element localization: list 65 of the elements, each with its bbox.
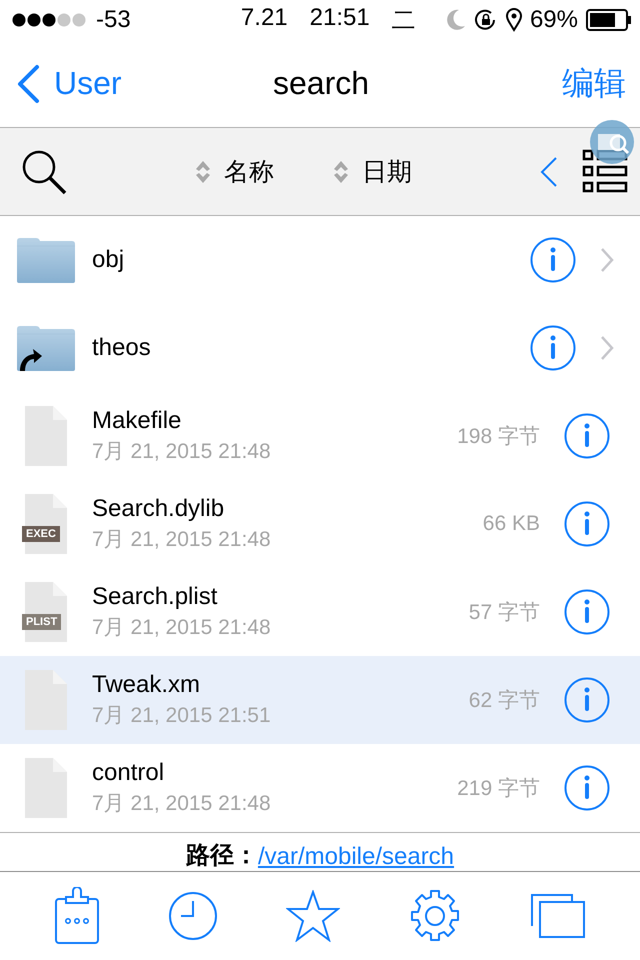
sort-button[interactable]: 日期 [332,155,412,188]
folder-icon [16,237,76,283]
info-icon[interactable] [530,237,576,283]
rotation-lock-icon [474,8,498,32]
floating-screenshot-button[interactable] [590,120,634,164]
file-size: 219 字节 [457,776,540,802]
file-size: 198 字节 [457,424,540,450]
moon-icon [446,9,466,31]
weekday-text: 二 [392,6,416,36]
info-icon[interactable] [564,501,610,547]
info-icon[interactable] [530,325,576,371]
star-icon[interactable] [286,890,340,942]
signal-icon [12,13,88,27]
location-icon [506,8,522,32]
edit-button[interactable]: 编辑 [426,62,626,106]
file-row[interactable]: Makefile 7月 21, 2015 21:48 198 字节 [0,392,640,480]
collapse-chevron-icon[interactable] [540,156,558,188]
settings-icon[interactable] [408,889,462,943]
clipboard-icon[interactable] [54,887,100,945]
info-icon[interactable] [564,765,610,811]
file-date: 7月 21, 2015 21:48 [92,527,272,553]
file-row[interactable]: obj [0,216,640,304]
path-label: 路径： [186,841,258,871]
screen-title: search [272,65,370,102]
list-view-icon[interactable] [582,148,628,194]
file-name: control [92,759,166,787]
file-row[interactable]: control 7月 21, 2015 21:48 219 字节 [0,744,640,832]
file-size: 57 字节 [468,600,540,626]
file-row[interactable]: theos [0,304,640,392]
file-type-badge: EXEC [22,526,60,542]
back-button[interactable]: User [16,64,216,104]
back-chevron-icon [16,64,40,104]
file-name: Search.plist [92,583,218,611]
date-text: 7.21 [240,4,288,33]
disclosure-chevron-icon [600,247,614,273]
windows-icon[interactable] [530,893,586,939]
file-date: 7月 21, 2015 21:48 [92,615,272,641]
file-name: Makefile [92,407,182,435]
folder-alias-icon [16,325,76,371]
clock-time: 21:51 [310,4,370,33]
battery-icon [586,9,632,31]
file-size: 66 KB [482,512,540,536]
file-name: theos [92,334,152,362]
disclosure-chevron-icon [600,335,614,361]
file-row[interactable]: EXEC Search.dylib 7月 21, 2015 21:48 66 KB [0,480,640,568]
file-name: obj [92,246,126,274]
file-date: 7月 21, 2015 21:51 [92,703,272,729]
file-name: Tweak.xm [92,671,202,699]
info-icon[interactable] [564,589,610,635]
file-size: 62 字节 [468,688,540,714]
signal-strength: -53 [96,6,131,34]
file-date: 7月 21, 2015 21:48 [92,439,272,465]
info-icon[interactable] [564,677,610,723]
clock-icon[interactable] [168,891,218,941]
file-type-badge: PLIST [22,614,62,630]
info-icon[interactable] [564,413,610,459]
file-row[interactable]: Tweak.xm 7月 21, 2015 21:51 62 字节 [0,656,640,744]
document-icon [23,406,69,466]
file-date: 7月 21, 2015 21:48 [92,791,272,817]
file-name: Search.dylib [92,495,226,523]
battery-percent: 69% [530,6,578,34]
file-row[interactable]: PLIST Search.plist 7月 21, 2015 21:48 57 字节 [0,568,640,656]
path-link[interactable]: /var/mobile/search [258,843,454,871]
sort-button[interactable]: 名称 [194,155,274,188]
document-icon [23,758,69,818]
